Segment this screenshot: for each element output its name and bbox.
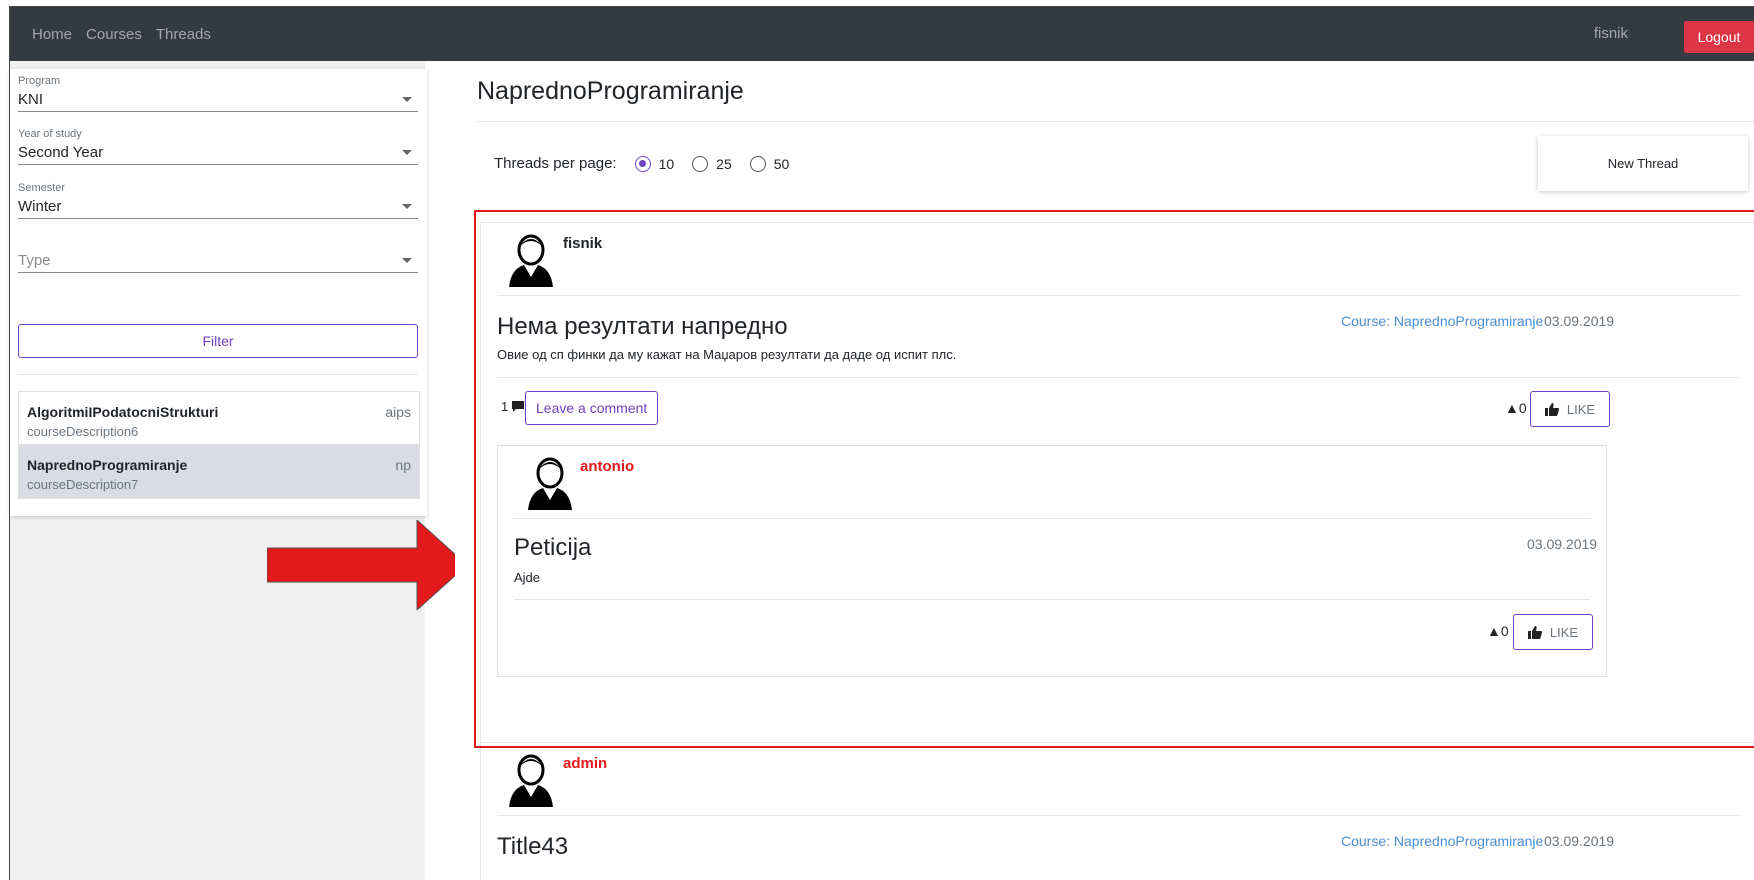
semester-value: Winter	[18, 198, 62, 215]
year-label: Year of study	[18, 128, 82, 140]
thread-date: 03.09.2019	[1544, 833, 1615, 849]
red-arrow-annotation	[267, 520, 467, 610]
nav-home-link[interactable]: Home	[32, 26, 72, 43]
year-underline	[18, 164, 418, 165]
comment-count-value: 1	[501, 399, 509, 414]
title-divider	[477, 121, 1754, 122]
like-label: LIKE	[1549, 624, 1579, 640]
chevron-down-icon	[402, 258, 412, 263]
nav-links: Home Courses Threads	[32, 7, 211, 61]
course-name: NaprednoProgramiranje	[27, 457, 188, 473]
thread-course-link[interactable]: Course: NaprednoProgramiranje	[1341, 833, 1543, 849]
semester-underline	[18, 218, 418, 219]
comment-title: Peticija	[514, 534, 592, 561]
thread-author[interactable]: admin	[563, 755, 607, 772]
logout-button[interactable]: Logout	[1684, 21, 1754, 53]
comment-body: Ajde	[514, 570, 541, 585]
thread-course-link[interactable]: Course: NaprednoProgramiranje	[1341, 313, 1543, 329]
page-size-label: 50	[773, 155, 790, 172]
year-select[interactable]: Year of study Second Year	[18, 128, 418, 166]
page-size-radio-10[interactable]	[634, 155, 651, 172]
vote-count: ▲0	[1505, 400, 1527, 416]
sidebar-divider	[18, 374, 418, 375]
thread-date: 03.09.2019	[1544, 313, 1615, 329]
page-size-radio-25[interactable]	[692, 155, 709, 172]
page-size-radio-50[interactable]	[749, 155, 766, 172]
nav-courses-link[interactable]: Courses	[86, 26, 142, 43]
threads-per-page: Threads per page: 10 25 50	[494, 155, 807, 172]
course-name: AlgoritmiIPodatocniStrukturi	[27, 404, 219, 420]
current-user-name[interactable]: fisnik	[1594, 7, 1628, 61]
course-code: np	[395, 457, 411, 473]
leave-comment-button[interactable]: Leave a comment	[525, 391, 659, 425]
program-underline	[18, 111, 418, 112]
new-thread-button[interactable]: New Thread	[1538, 136, 1748, 191]
type-select[interactable]: Type	[18, 236, 418, 274]
program-value: KNI	[18, 91, 44, 108]
page-title: NaprednoProgramiranje	[477, 77, 744, 105]
page-size-label: 25	[716, 155, 732, 172]
course-description: courseDescription7	[27, 477, 139, 492]
sidebar: Program KNI Year of study Second Year Se…	[10, 61, 427, 880]
like-button[interactable]: LIKE	[1530, 391, 1610, 427]
thumbs-up-icon	[1527, 625, 1542, 639]
threads-per-page-label: Threads per page:	[494, 155, 617, 172]
thumbs-up-icon	[1544, 402, 1559, 416]
thread-divider	[497, 815, 1739, 816]
main-content: NaprednoProgramiranje Threads per page: …	[455, 61, 1754, 880]
vote-count: ▲0	[1487, 623, 1509, 639]
comment-card: antonio Peticija 03.09.2019 Ajde ▲0 LIKE	[497, 445, 1607, 677]
course-list: AlgoritmiIPodatocniStrukturi aips course…	[18, 391, 420, 499]
like-label: LIKE	[1566, 401, 1596, 417]
comment-date: 03.09.2019	[1527, 536, 1598, 552]
comment-icon	[512, 401, 525, 412]
nav-threads-link[interactable]: Threads	[156, 26, 211, 43]
like-button[interactable]: LIKE	[1513, 614, 1593, 650]
user-avatar-icon	[509, 234, 553, 287]
top-navbar: Home Courses Threads fisnik Logout	[10, 7, 1754, 61]
chevron-down-icon	[402, 204, 412, 209]
thread-title[interactable]: Title43	[497, 833, 568, 861]
course-item-np[interactable]: NaprednoProgramiranje np courseDescripti…	[19, 445, 419, 498]
thread-title[interactable]: Нема резултати напредно	[497, 313, 788, 341]
chevron-down-icon	[402, 150, 412, 155]
type-placeholder: Type	[18, 252, 51, 269]
chevron-down-icon	[402, 97, 412, 102]
program-select[interactable]: Program KNI	[18, 75, 418, 113]
comment-count: 1	[501, 399, 525, 414]
filter-panel: Program KNI Year of study Second Year Se…	[10, 69, 427, 516]
semester-label: Semester	[18, 182, 66, 194]
thread-author[interactable]: fisnik	[563, 235, 602, 252]
semester-select[interactable]: Semester Winter	[18, 182, 418, 220]
thread-card: admin Title43 Course: NaprednoProgramira…	[480, 742, 1754, 880]
user-avatar-icon	[528, 457, 572, 510]
thread-divider	[497, 295, 1739, 296]
screenshot-frame: Home Courses Threads fisnik Logout Progr…	[0, 0, 1754, 880]
course-description: courseDescription6	[27, 424, 139, 439]
type-underline	[18, 272, 418, 273]
course-code: aips	[385, 404, 411, 420]
year-value: Second Year	[18, 144, 104, 161]
program-label: Program	[18, 75, 61, 87]
course-item-aips[interactable]: AlgoritmiIPodatocniStrukturi aips course…	[19, 392, 419, 445]
thread-body: Овие од сп финки да му кажат на Маџаров …	[497, 347, 957, 362]
comment-author[interactable]: antonio	[580, 458, 634, 475]
page-size-label: 10	[658, 155, 675, 172]
user-avatar-icon	[509, 754, 553, 807]
comment-divider	[514, 599, 1590, 600]
thread-divider	[497, 377, 1739, 378]
thread-card: fisnik Нема резултати напредно Course: N…	[480, 222, 1754, 744]
filter-button[interactable]: Filter	[18, 324, 418, 358]
comment-divider	[514, 518, 1590, 519]
